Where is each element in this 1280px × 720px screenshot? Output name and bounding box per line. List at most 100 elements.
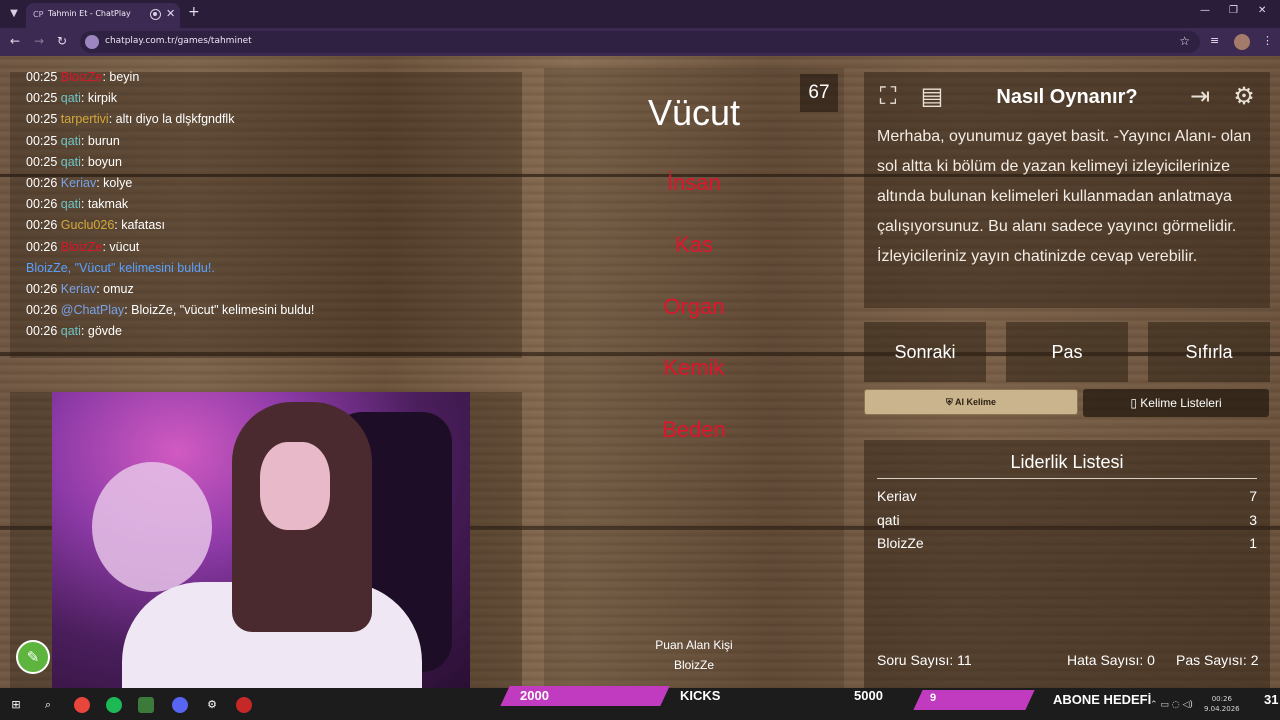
search-icon[interactable]: ⌕ [40,697,56,713]
chat-text: : kolye [96,176,133,190]
site-info-icon[interactable] [85,35,99,49]
gear-icon[interactable]: ⚙ [1228,80,1260,112]
chat-text: : altı diyo la dlşkfgndflk [108,112,235,127]
fullscreen-icon[interactable]: ⛶ [872,80,904,112]
leaderboard-row: qati 3 [877,512,1257,532]
tray-icons[interactable]: ⌃ ▭ ◌ ◁) [1150,700,1193,710]
clipboard-icon: ▯ [1130,396,1141,410]
chat-username[interactable]: qati [61,197,81,211]
chat-username[interactable]: qati [61,91,81,105]
chat-username[interactable]: tarpertivi [61,112,109,126]
chat-username[interactable]: Keriav [61,282,96,296]
player-score: 7 [1249,488,1257,504]
window-close-button[interactable]: ✕ [1258,5,1266,16]
word-lists-label: Kelime Listeleri [1140,396,1222,410]
profile-avatar[interactable] [1234,34,1250,50]
word-lists-button[interactable]: ▯ Kelime Listeleri [1083,389,1269,417]
chat-time: 00:26 [26,197,61,212]
url-field[interactable]: chatplay.com.tr/games/tahminet ☆ [80,31,1200,53]
chat-message: 00:25 qati: boyun [26,155,122,169]
player-name: Keriav [877,488,917,504]
player-score: 1 [1249,535,1257,551]
back-arrow-icon[interactable]: ← [10,34,20,48]
chat-username[interactable]: qati [61,155,81,169]
chat-text: : burun [80,133,120,148]
app-icon[interactable] [138,697,154,713]
sub-value: 9 [930,692,937,704]
chat-text: : beyin [102,70,140,84]
taboo-word: İnsan [667,170,721,195]
chrome-icon[interactable] [74,697,90,713]
chat-time: 00:26 [26,239,61,254]
bookmark-star-icon[interactable]: ☆ [1179,34,1190,48]
clock-time: 00:26 [1211,695,1232,703]
next-button[interactable]: Sonraki [864,322,986,382]
leaderboard-row: BloizZe 1 [877,535,1257,555]
obs-icon[interactable] [236,697,252,713]
minimize-button[interactable]: — [1200,5,1210,16]
chat-username[interactable]: Keriav [61,176,96,190]
howto-text: Merhaba, oyunumuz gayet basit. -Yayıncı … [877,128,1252,265]
discord-icon[interactable] [172,697,188,713]
forward-arrow-icon[interactable]: → [34,34,44,48]
sub-goal-label: ABONE HEDEFİ [1053,692,1152,707]
chat-time: 00:26 [26,303,61,318]
chat-message: 00:26 Keriav: kolye [26,176,132,190]
chat-message: 00:26 qati: gövde [26,324,122,338]
tab-close-icon[interactable]: ✕ [166,7,175,20]
reset-button[interactable]: Sıfırla [1148,322,1270,382]
settings-gear-icon[interactable]: ⚙ [204,697,220,713]
taboo-word: Kemik [663,355,725,380]
chat-message: 00:25 BloizZe: beyin [26,70,139,84]
chat-username[interactable]: qati [61,134,81,148]
leaderboard-divider [877,478,1257,479]
spotify-icon[interactable] [106,697,122,713]
menu-dots-icon[interactable]: ⋮ [1262,34,1273,47]
pass-count: Pas Sayısı: 2 [1176,652,1259,668]
logout-icon[interactable]: ⇥ [1184,80,1216,112]
pen-icon[interactable]: ✎ [16,640,50,674]
tab-list-chevron-icon[interactable]: ▼ [6,6,22,22]
tab-title: Tahmin Et - ChatPlay [48,9,131,18]
windows-start-icon[interactable]: ⊞ [8,697,24,713]
taboo-word: Organ [663,294,725,319]
browser-tab[interactable]: CP Tahmin Et - ChatPlay ✕ [26,3,180,28]
new-tab-button[interactable]: + [188,4,200,20]
document-icon[interactable]: ▤ [916,80,948,112]
chat-message: 00:25 qati: burun [26,134,120,148]
question-count: Soru Sayısı: 11 [877,652,972,668]
chat-username[interactable]: BloizZe [61,70,103,84]
chat-text: : gövde [80,324,122,339]
system-message: BloizZe, "Vücut" kelimesini buldu!. [26,260,215,275]
chat-username[interactable]: qati [61,324,81,338]
restore-button[interactable]: ❐ [1229,5,1238,16]
shield-icon: ⛨ [946,397,955,407]
chat-message: 00:26 BloizZe: vücut [26,240,139,254]
target-word: Vücut [647,92,741,133]
chat-username[interactable]: Guclu026 [61,218,115,232]
player-score: 3 [1249,512,1257,528]
chat-text: : BloizZe, "vücut" kelimesini buldu! [124,303,315,318]
browser-tab-bar: ▼ CP Tahmin Et - ChatPlay ✕ + — ❐ ✕ [0,0,1280,28]
ai-word-button[interactable]: ⛨ AI Kelime [864,389,1078,415]
scorer-label: Puan Alan Kişi [655,638,733,652]
chat-time: 00:25 [26,70,61,84]
pass-button[interactable]: Pas [1006,322,1128,382]
reload-icon[interactable]: ↻ [57,34,67,48]
chat-message: BloizZe, "Vücut" kelimesini buldu!. [26,261,215,275]
chat-username[interactable]: @ChatPlay [61,303,124,317]
day-badge: 31 [1264,692,1279,707]
chat-text: : takmak [80,197,129,212]
chat-text: : omuz [96,282,134,296]
system-clock[interactable]: 00:26 9.04.2026 [1204,694,1240,714]
media-controls-icon[interactable]: ≡ [1210,34,1219,47]
chat-message: 00:26 @ChatPlay: BloizZe, "vücut" kelime… [26,303,314,317]
kicks-label: KICKS [680,688,721,703]
chat-username[interactable]: BloizZe [61,240,103,254]
teddy-bear [92,462,212,592]
taboo-word: Beden [662,417,726,442]
chat-message: 00:25 tarpertivi: altı diyo la dlşkfgndf… [26,112,234,126]
error-count: Hata Sayısı: 0 [1067,652,1155,668]
chat-text: : boyun [80,154,122,169]
chat-time: 00:25 [26,91,61,106]
